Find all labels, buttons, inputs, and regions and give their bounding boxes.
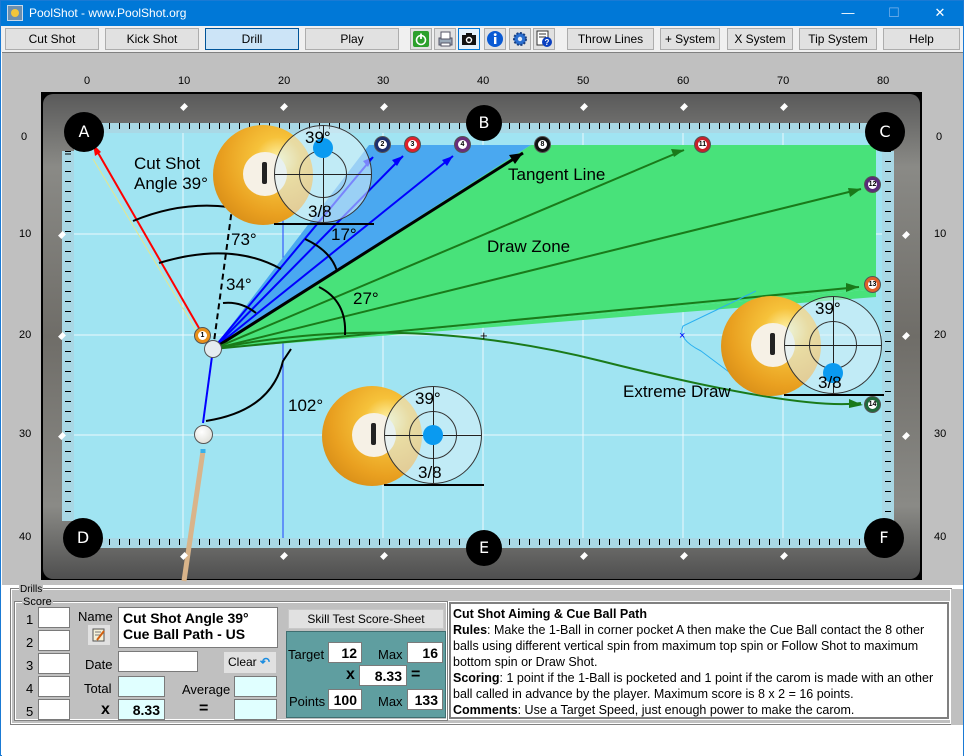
- max-points-field[interactable]: 133: [407, 689, 443, 710]
- result-field[interactable]: [234, 699, 277, 720]
- angle-34-label: 34°: [226, 275, 252, 294]
- total-label: Total: [84, 681, 112, 696]
- pocket-d[interactable]: D: [63, 518, 103, 558]
- right-scroll-edge: [951, 589, 963, 725]
- ball-12[interactable]: 12: [864, 176, 881, 193]
- comments-label: Comments: [453, 703, 518, 717]
- angle-17-label: 17°: [331, 225, 357, 244]
- drill-name-line: Cue Ball Path - US: [123, 626, 246, 642]
- score-row-label: 2: [26, 635, 34, 650]
- angle-102-label: 102°: [288, 396, 324, 415]
- score-input-4[interactable]: [38, 676, 70, 697]
- score-row-label: 5: [26, 704, 34, 719]
- date-field[interactable]: [118, 651, 198, 672]
- ball-13[interactable]: 13: [864, 276, 881, 293]
- skill-test-score-sheet-button[interactable]: Skill Test Score-Sheet: [288, 609, 444, 629]
- pocket-f[interactable]: F: [864, 518, 904, 558]
- angle-label: Angle 39°: [134, 174, 208, 193]
- date-label: Date: [85, 657, 113, 672]
- score-row-label: 4: [26, 681, 34, 696]
- pocket-e[interactable]: E: [466, 530, 502, 566]
- score-input-2[interactable]: [38, 630, 70, 651]
- cue-ball[interactable]: [194, 425, 213, 444]
- points-field[interactable]: 100: [328, 689, 362, 710]
- tip-angle: 39°: [415, 389, 441, 408]
- app-window: PoolShot - www.PoolShot.org — ☐ ✕ Cut Sh…: [0, 0, 964, 756]
- ball-3[interactable]: 3: [404, 136, 421, 153]
- pocket-b[interactable]: B: [466, 105, 502, 141]
- equals-sign: =: [199, 700, 209, 717]
- angle-27-label: 27°: [353, 289, 379, 308]
- tip-target-top: 39° 3/8: [274, 125, 372, 223]
- points-label: Points: [289, 694, 326, 709]
- scoring-label: Scoring: [453, 671, 500, 685]
- edit-name-button[interactable]: [88, 625, 110, 645]
- extreme-draw-marker: ×: [679, 330, 685, 342]
- tip-fraction: 3/8: [418, 463, 442, 482]
- average-field[interactable]: [234, 676, 277, 697]
- name-label: Name: [78, 609, 113, 624]
- ball-8[interactable]: 8: [534, 136, 551, 153]
- extreme-draw-label: Extreme Draw: [623, 382, 731, 401]
- ghost-cue-ball: [204, 340, 222, 358]
- target-field[interactable]: 12: [328, 642, 362, 663]
- drills-legend: Drills: [19, 584, 44, 595]
- score-row-label: 1: [26, 612, 34, 627]
- max-field[interactable]: 16: [407, 642, 443, 663]
- rules-text: : Make the 1-Ball in corner pocket A the…: [453, 623, 925, 669]
- tangent-line-label: Tangent Line: [508, 165, 606, 184]
- score-input-5[interactable]: [38, 699, 70, 720]
- comments-text: : Use a Target Speed, just enough power …: [517, 703, 855, 717]
- drill-name-field[interactable]: Cut Shot Angle 39° Cue Ball Path - US: [118, 607, 278, 648]
- ball-11[interactable]: 11: [694, 136, 711, 153]
- tip-target-bottom: 39° 3/8: [784, 296, 882, 394]
- ball-2[interactable]: 2: [374, 136, 391, 153]
- multiplier-field[interactable]: 8.33: [118, 699, 165, 720]
- edit-note-icon: [92, 628, 105, 642]
- score-input-3[interactable]: [38, 653, 70, 674]
- draw-zone-label: Draw Zone: [487, 237, 571, 256]
- score-input-1[interactable]: [38, 607, 70, 628]
- clear-button[interactable]: Clear ↶: [224, 652, 276, 673]
- tip-underline: [384, 484, 484, 486]
- undo-icon: ↶: [260, 655, 271, 669]
- pocket-a[interactable]: A: [64, 112, 104, 152]
- max-label: Max: [378, 647, 403, 662]
- tip-underline: [274, 223, 374, 225]
- multiply-sign: x: [346, 666, 355, 683]
- scoring-text: : 1 point if the 1-Ball is pocketed and …: [453, 671, 934, 701]
- rules-label: Rules: [453, 623, 488, 637]
- max-points-label: Max: [378, 694, 403, 709]
- ball-4[interactable]: 4: [454, 136, 471, 153]
- equals-sign: =: [411, 666, 421, 683]
- multiply-sign: x: [101, 701, 110, 718]
- pocket-c[interactable]: C: [865, 112, 905, 152]
- total-field[interactable]: [118, 676, 165, 697]
- drill-name-line: Cut Shot Angle 39°: [123, 610, 249, 626]
- description-title: Cut Shot Aiming & Cue Ball Path: [453, 607, 647, 621]
- drill-description: Cut Shot Aiming & Cue Ball Path Rules: M…: [448, 601, 950, 720]
- tip-angle: 39°: [305, 128, 331, 147]
- ball-14[interactable]: 14: [864, 396, 881, 413]
- tip-fraction: 3/8: [818, 373, 842, 392]
- cue-stick: [181, 450, 206, 582]
- table-center-crosshair: +: [480, 328, 488, 343]
- cut-shot-label: Cut Shot: [134, 154, 201, 173]
- tip-underline: [784, 394, 884, 396]
- tip-fraction: 3/8: [308, 202, 332, 221]
- average-label: Average: [182, 682, 231, 697]
- skill-multiplier-field[interactable]: 8.33: [359, 665, 407, 686]
- target-label: Target: [288, 647, 325, 662]
- cue-ball-path: [202, 348, 214, 424]
- status-bar: [2, 725, 963, 756]
- tip-angle: 39°: [815, 299, 841, 318]
- tip-target-center: 39° 3/8: [384, 386, 482, 484]
- clear-label: Clear: [228, 655, 257, 669]
- tip-dot: [423, 425, 443, 445]
- score-row-label: 3: [26, 658, 34, 673]
- angle-73-label: 73°: [231, 230, 257, 249]
